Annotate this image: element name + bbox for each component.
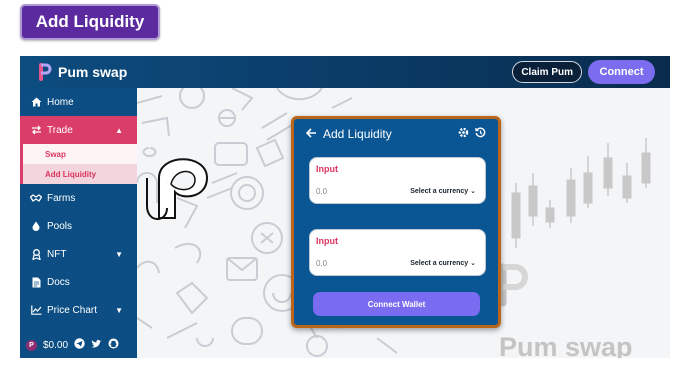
pum-price: $0.00 <box>43 339 69 351</box>
sidebar-item-label: Farms <box>47 192 76 204</box>
home-icon <box>30 96 42 108</box>
sidebar-item-nft[interactable]: NFT ▼ <box>20 240 137 268</box>
select-currency-button[interactable]: Select a currency ⌄ <box>410 187 476 195</box>
history-icon[interactable] <box>475 127 486 141</box>
card-title: Add Liquidity <box>323 127 392 141</box>
app-window: Pum swap Claim Pum Connect Home Trade ▲ … <box>20 56 670 358</box>
sidebar-subitem-add-liquidity[interactable]: Add Liquidity <box>20 164 137 184</box>
pum-logo-icon <box>38 63 52 81</box>
top-bar: Pum swap Claim Pum Connect <box>20 56 670 88</box>
candlestick-decoration <box>511 138 651 248</box>
telegram-icon[interactable] <box>74 338 85 352</box>
line-chart-icon <box>30 304 42 316</box>
input-panel-a[interactable]: Input 0.0 Select a currency ⌄ <box>309 157 486 204</box>
github-icon[interactable] <box>108 338 119 352</box>
sidebar-item-label: Home <box>47 96 74 108</box>
sidebar-item-farms[interactable]: Farms <box>20 184 137 212</box>
sidebar-item-label: Price Chart <box>47 304 98 316</box>
card-header: Add Liquidity <box>294 119 498 149</box>
back-arrow-icon[interactable] <box>305 125 317 143</box>
connect-wallet-button[interactable]: Connect Wallet <box>313 292 480 316</box>
sidebar-item-price-chart[interactable]: Price Chart ▼ <box>20 296 137 324</box>
sidebar-item-pools[interactable]: Pools <box>20 212 137 240</box>
amount-input[interactable]: 0.0 <box>316 187 327 196</box>
page-heading: Add Liquidity <box>20 4 160 40</box>
sidebar-subitem-swap[interactable]: Swap <box>20 144 137 164</box>
sidebar: Home Trade ▲ Swap Add Liquidity Farms Po… <box>20 88 137 358</box>
chevron-up-icon: ▲ <box>115 125 123 135</box>
amount-input[interactable]: 0.0 <box>316 259 327 268</box>
sidebar-item-label: Trade <box>47 124 73 136</box>
sidebar-footer: P $0.00 <box>26 338 119 352</box>
sidebar-item-home[interactable]: Home <box>20 88 137 116</box>
document-icon <box>30 276 42 288</box>
select-currency-button[interactable]: Select a currency ⌄ <box>410 259 476 267</box>
input-label: Input <box>316 164 338 174</box>
brand-logo[interactable]: Pum swap <box>38 63 127 81</box>
chevron-down-icon: ▼ <box>115 305 123 315</box>
sidebar-item-label: Docs <box>47 276 70 288</box>
sidebar-item-label: NFT <box>47 248 67 260</box>
main-area: Pum swap Add Liquidity Input 0.0 Select … <box>137 88 670 358</box>
watermark-text: Pum swap <box>499 332 633 358</box>
add-liquidity-card: Add Liquidity Input 0.0 Select a currenc… <box>291 116 501 328</box>
connect-button[interactable]: Connect <box>588 60 655 84</box>
badge-icon <box>30 248 42 260</box>
settings-gear-icon[interactable] <box>458 127 469 141</box>
sidebar-item-label: Pools <box>47 220 73 232</box>
chevron-down-icon: ▼ <box>115 249 123 259</box>
swap-arrows-icon <box>30 124 42 136</box>
pum-coin-icon: P <box>26 339 37 351</box>
input-label: Input <box>316 236 338 246</box>
claim-pum-button[interactable]: Claim Pum <box>512 61 582 83</box>
sidebar-item-trade[interactable]: Trade ▲ <box>20 116 137 144</box>
input-panel-b[interactable]: Input 0.0 Select a currency ⌄ <box>309 229 486 276</box>
sidebar-item-docs[interactable]: Docs <box>20 268 137 296</box>
handshake-icon <box>30 192 42 204</box>
twitter-icon[interactable] <box>91 339 102 352</box>
droplet-icon <box>30 220 42 232</box>
brand-name: Pum swap <box>58 64 128 80</box>
